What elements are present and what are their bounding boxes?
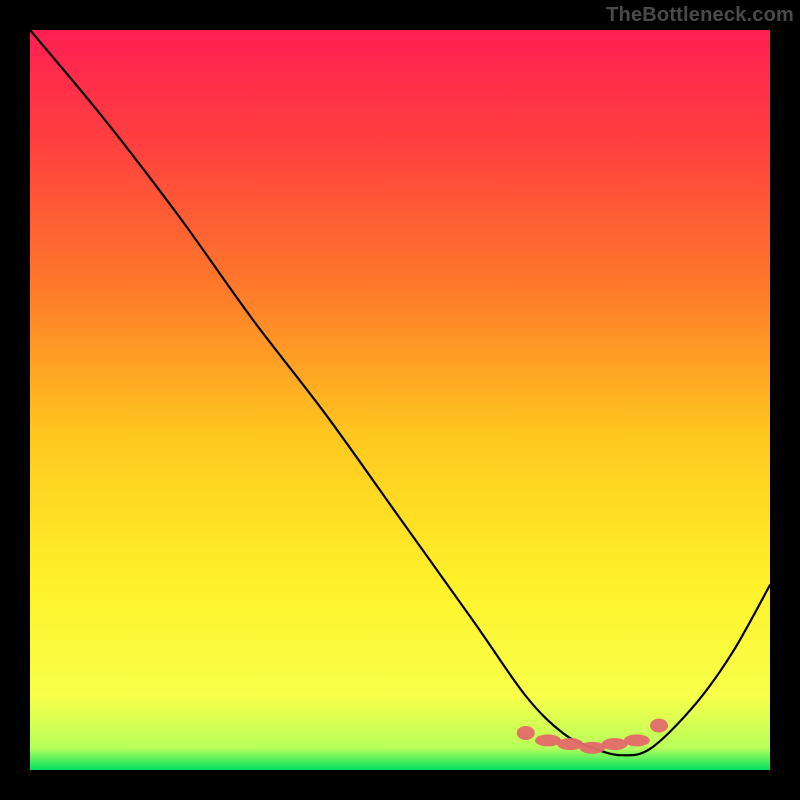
trough-marker	[602, 738, 628, 750]
attribution-label: TheBottleneck.com	[606, 4, 794, 27]
trough-marker	[535, 734, 561, 746]
trough-marker	[624, 734, 650, 746]
plot-area	[30, 30, 770, 770]
bottleneck-chart	[0, 0, 800, 800]
trough-marker	[517, 726, 535, 740]
chart-container: TheBottleneck.com	[0, 0, 800, 800]
trough-marker	[557, 738, 583, 750]
trough-marker	[650, 719, 668, 733]
trough-marker	[579, 742, 605, 754]
